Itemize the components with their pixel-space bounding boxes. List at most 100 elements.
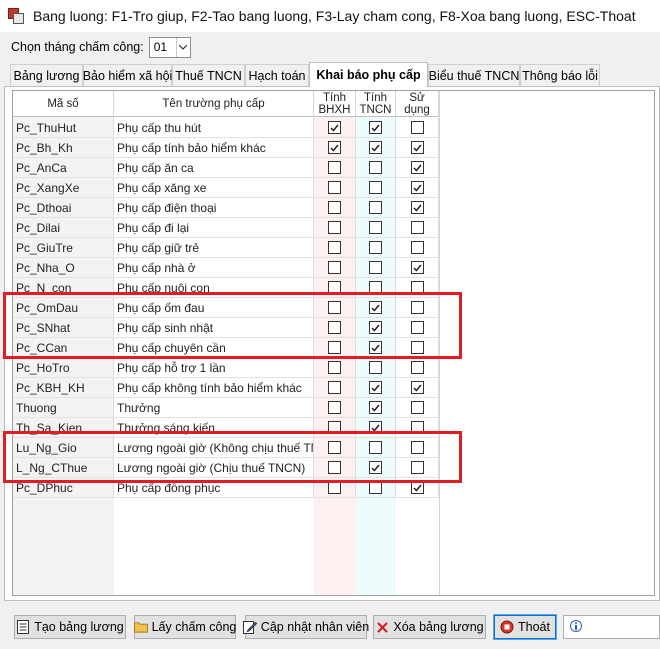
- row-code[interactable]: Th_Sa_Kien: [13, 418, 114, 437]
- tab-khai-bao-phu-cap[interactable]: Khai báo phụ cấp: [309, 62, 428, 87]
- header-code[interactable]: Mã số: [13, 91, 114, 116]
- checkbox-bhxh[interactable]: [328, 181, 341, 194]
- row-code[interactable]: Pc_SNhat: [13, 318, 114, 337]
- checkbox-use[interactable]: [410, 161, 424, 174]
- checkbox-bhxh[interactable]: [328, 141, 341, 154]
- table-row[interactable]: L_Ng_CThue Lương ngoài giờ (Chịu thuế TNC…: [13, 458, 439, 478]
- row-name[interactable]: Phụ cấp nuôi con: [114, 278, 314, 297]
- checkbox-bhxh[interactable]: [328, 221, 341, 234]
- checkbox-bhxh[interactable]: [328, 301, 341, 314]
- row-name[interactable]: Phụ cấp tính bảo hiểm khác: [114, 138, 314, 157]
- row-name[interactable]: Phụ cấp điện thoại: [114, 198, 314, 217]
- checkbox-tncn[interactable]: [369, 261, 382, 274]
- checkbox-tncn[interactable]: [369, 341, 382, 354]
- checkbox-tncn[interactable]: [369, 481, 382, 494]
- row-code[interactable]: Lu_Ng_Gio: [13, 438, 114, 457]
- table-row[interactable]: Thuong Thưởng: [13, 398, 439, 418]
- table-row[interactable]: Pc_OmDau Phụ cấp ốm đau: [13, 298, 439, 318]
- checkbox-bhxh[interactable]: [328, 481, 341, 494]
- checkbox-use[interactable]: [410, 421, 424, 434]
- checkbox-bhxh[interactable]: [328, 441, 341, 454]
- get-attendance-button[interactable]: Lấy chấm công: [133, 615, 236, 639]
- row-name[interactable]: Phụ cấp chuyên cần: [114, 338, 314, 357]
- checkbox-tncn[interactable]: [369, 301, 382, 314]
- table-row[interactable]: Pc_GiuTre Phụ cấp giữ trẻ: [13, 238, 439, 258]
- row-name[interactable]: Phụ cấp giữ trẻ: [114, 238, 314, 257]
- row-code[interactable]: Pc_Nha_O: [13, 258, 114, 277]
- table-row[interactable]: Pc_ThuHut Phụ cấp thu hút: [13, 118, 439, 138]
- row-name[interactable]: Phụ cấp ốm đau: [114, 298, 314, 317]
- row-name[interactable]: Phụ cấp không tính bảo hiểm khác: [114, 378, 314, 397]
- month-select[interactable]: 01: [148, 36, 191, 58]
- row-code[interactable]: Pc_Bh_Kh: [13, 138, 114, 157]
- checkbox-bhxh[interactable]: [328, 381, 341, 394]
- checkbox-tncn[interactable]: [369, 161, 382, 174]
- checkbox-tncn[interactable]: [369, 141, 382, 154]
- tab-bao-hiem-xa-hoi[interactable]: Bảo hiểm xã hội: [83, 64, 172, 86]
- checkbox-bhxh[interactable]: [328, 261, 341, 274]
- checkbox-bhxh[interactable]: [328, 201, 341, 214]
- checkbox-bhxh[interactable]: [328, 361, 341, 374]
- checkbox-tncn[interactable]: [369, 401, 382, 414]
- row-code[interactable]: Pc_GiuTre: [13, 238, 114, 257]
- checkbox-use[interactable]: [410, 461, 424, 474]
- checkbox-bhxh[interactable]: [328, 121, 341, 134]
- row-code[interactable]: Pc_DPhuc: [13, 478, 114, 497]
- checkbox-tncn[interactable]: [369, 201, 382, 214]
- header-tinh-tncn[interactable]: Tính TNCN: [356, 91, 396, 116]
- row-name[interactable]: Phụ cấp ăn ca: [114, 158, 314, 177]
- row-name[interactable]: Phụ cấp hỗ trợ 1 lần: [114, 358, 314, 377]
- table-row[interactable]: Pc_DPhuc Phụ cấp đồng phục: [13, 478, 439, 498]
- checkbox-bhxh[interactable]: [328, 241, 341, 254]
- row-code[interactable]: Pc_Dilai: [13, 218, 114, 237]
- checkbox-use[interactable]: [410, 441, 424, 454]
- header-name[interactable]: Tên trường phụ cấp: [114, 91, 314, 116]
- tab-thue-tncn[interactable]: Thuế TNCN: [172, 64, 245, 86]
- checkbox-use[interactable]: [410, 301, 424, 314]
- tab-bang-luong[interactable]: Bảng lương: [10, 64, 83, 86]
- checkbox-tncn[interactable]: [369, 461, 382, 474]
- table-row[interactable]: Pc_XangXe Phụ cấp xăng xe: [13, 178, 439, 198]
- checkbox-tncn[interactable]: [369, 441, 382, 454]
- checkbox-use[interactable]: [410, 341, 424, 354]
- checkbox-bhxh[interactable]: [328, 321, 341, 334]
- row-name[interactable]: Phụ cấp nhà ở: [114, 258, 314, 277]
- checkbox-bhxh[interactable]: [328, 281, 341, 294]
- row-code[interactable]: Pc_Dthoai: [13, 198, 114, 217]
- create-payroll-button[interactable]: Tạo bảng lương: [14, 615, 126, 639]
- tab-bieu-thue-tncn[interactable]: Biểu thuế TNCN: [428, 64, 520, 86]
- row-code[interactable]: Pc_N_con: [13, 278, 114, 297]
- checkbox-use[interactable]: [410, 241, 424, 254]
- row-code[interactable]: Thuong: [13, 398, 114, 417]
- row-code[interactable]: Pc_KBH_KH: [13, 378, 114, 397]
- checkbox-use[interactable]: [410, 381, 424, 394]
- checkbox-tncn[interactable]: [369, 121, 382, 134]
- checkbox-use[interactable]: [410, 481, 424, 494]
- row-name[interactable]: Lương ngoài giờ (Chịu thuế TNCN): [114, 458, 314, 477]
- checkbox-use[interactable]: [410, 321, 424, 334]
- checkbox-tncn[interactable]: [369, 221, 382, 234]
- table-row[interactable]: Pc_CCan Phụ cấp chuyên cần: [13, 338, 439, 358]
- table-row[interactable]: Pc_Bh_Kh Phụ cấp tính bảo hiểm khác: [13, 138, 439, 158]
- checkbox-bhxh[interactable]: [328, 401, 341, 414]
- table-row[interactable]: Th_Sa_Kien Thưởng sáng kiến: [13, 418, 439, 438]
- table-row[interactable]: Pc_Dilai Phụ cấp đi lại: [13, 218, 439, 238]
- row-code[interactable]: Pc_ThuHut: [13, 118, 114, 137]
- checkbox-tncn[interactable]: [369, 381, 382, 394]
- checkbox-use[interactable]: [410, 361, 424, 374]
- row-name[interactable]: Phụ cấp đi lại: [114, 218, 314, 237]
- checkbox-tncn[interactable]: [369, 241, 382, 254]
- row-code[interactable]: Pc_OmDau: [13, 298, 114, 317]
- header-su-dung[interactable]: Sử dụng: [396, 91, 439, 116]
- row-code[interactable]: Pc_AnCa: [13, 158, 114, 177]
- checkbox-tncn[interactable]: [369, 181, 382, 194]
- checkbox-bhxh[interactable]: [328, 161, 341, 174]
- row-code[interactable]: Pc_HoTro: [13, 358, 114, 377]
- table-row[interactable]: Pc_AnCa Phụ cấp ăn ca: [13, 158, 439, 178]
- tab-hach-toan[interactable]: Hạch toán: [245, 64, 309, 86]
- checkbox-use[interactable]: [410, 141, 424, 154]
- row-code[interactable]: Pc_CCan: [13, 338, 114, 357]
- tab-thong-bao-loi[interactable]: Thông báo lỗi: [520, 64, 600, 86]
- exit-button[interactable]: Thoát: [493, 614, 557, 640]
- checkbox-bhxh[interactable]: [328, 421, 341, 434]
